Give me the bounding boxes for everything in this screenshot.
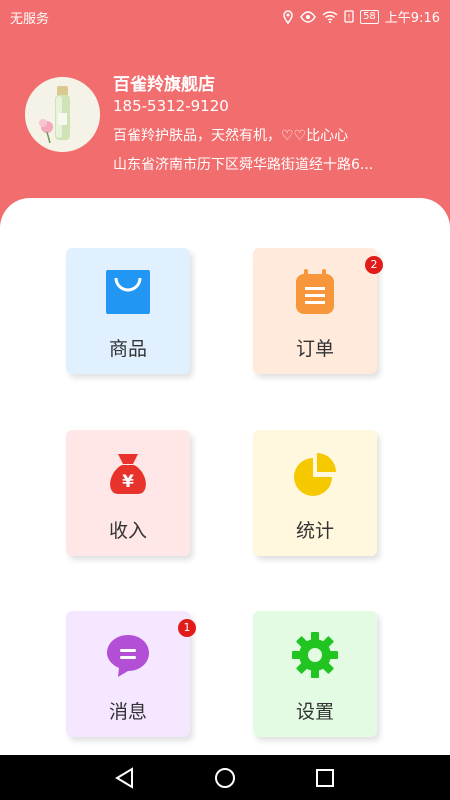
store-phone: 185-5312-9120 [113, 97, 229, 115]
location-icon [282, 9, 294, 24]
menu-label-messages: 消息 [108, 701, 147, 723]
system-nav-bar [0, 755, 450, 800]
menu-label-settings: 设置 [295, 701, 334, 723]
menu-label-products: 商品 [108, 338, 147, 360]
menu-tile-income[interactable]: ¥ 收入 [66, 430, 190, 556]
order-clipboard-icon [291, 268, 339, 316]
menu-tile-statistics[interactable]: 统计 [253, 430, 377, 556]
recent-apps-icon[interactable] [312, 765, 338, 791]
sim-icon: ! [344, 10, 354, 23]
back-icon[interactable] [112, 765, 138, 791]
clock-text: 上午9:16 [384, 11, 440, 26]
store-description: 百雀羚护肤品，天然有机，♡♡比心心 [113, 128, 349, 144]
menu-tile-messages[interactable]: 消息 1 [66, 611, 196, 737]
wifi-icon [322, 10, 338, 23]
menu-tile-products[interactable]: 商品 [66, 248, 190, 374]
menu-label-orders: 订单 [295, 338, 334, 360]
eye-icon [300, 10, 316, 23]
shopping-bag-icon [104, 268, 152, 316]
home-icon[interactable] [212, 765, 238, 791]
svg-text:!: ! [347, 13, 350, 22]
store-address: 山东省济南市历下区舜华路街道经十路6... [113, 157, 374, 173]
svg-text:¥: ¥ [122, 472, 134, 492]
battery-icon: 58 [360, 9, 379, 24]
store-name: 百雀羚旗舰店 [113, 75, 215, 95]
menu-tile-settings[interactable]: 设置 [253, 611, 377, 737]
gear-icon [291, 631, 339, 679]
messages-badge: 1 [178, 619, 196, 637]
menu-label-income: 收入 [108, 520, 147, 542]
carrier-text: 无服务 [10, 12, 50, 27]
pie-chart-icon [291, 450, 339, 498]
status-bar: 无服务 ! 58 上午9:16 [0, 0, 450, 32]
money-bag-icon: ¥ [104, 450, 152, 498]
menu-tile-orders[interactable]: 订单 2 [253, 248, 383, 374]
status-icons: ! 58 上午9:16 [282, 7, 440, 26]
store-profile[interactable]: 百雀羚旗舰店 185-5312-9120 百雀羚护肤品，天然有机，♡♡比心心 山… [0, 62, 450, 192]
store-avatar[interactable] [25, 77, 100, 152]
message-bubble-icon [104, 631, 152, 679]
menu-label-statistics: 统计 [295, 520, 334, 542]
orders-badge: 2 [365, 256, 383, 274]
menu-panel: 商品 订单 2 ¥ 收入 统计 消息 1 设置 [0, 198, 450, 755]
